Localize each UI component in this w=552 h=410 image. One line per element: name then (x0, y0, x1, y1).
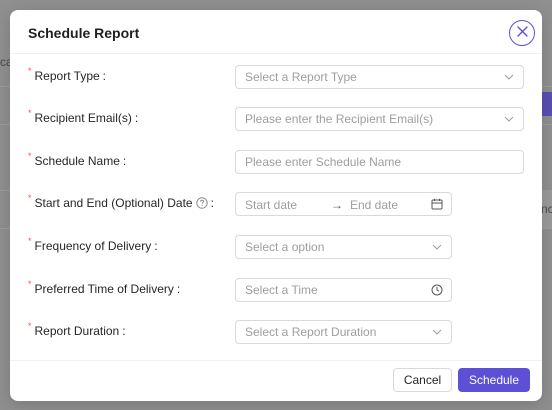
range-separator-arrow: → (331, 198, 343, 212)
chevron-down-icon (503, 71, 515, 83)
background-text-fragment: nc (541, 202, 552, 216)
preferred-time-row: * Preferred Time of Delivery: Select a T… (10, 278, 542, 302)
recipient-emails-label: * Recipient Email(s): (28, 108, 139, 125)
required-marker: * (28, 279, 32, 289)
frequency-placeholder: Select a option (245, 240, 325, 254)
required-marker: * (28, 108, 32, 118)
date-range-picker[interactable]: Start date → End date (235, 192, 452, 216)
frequency-label: * Frequency of Delivery: (28, 236, 158, 253)
dialog-footer: Cancel Schedule (10, 360, 542, 401)
report-type-label: * Report Type: (28, 66, 107, 83)
start-date-placeholder[interactable]: Start date (245, 198, 297, 212)
schedule-name-label: * Schedule Name: (28, 151, 127, 168)
schedule-button[interactable]: Schedule (458, 368, 530, 392)
close-icon (516, 24, 528, 42)
end-date-placeholder[interactable]: End date (350, 198, 398, 212)
date-range-label: * Start and End (Optional) Date : (28, 193, 214, 210)
schedule-name-input[interactable]: Please enter Schedule Name (235, 150, 524, 174)
close-button[interactable] (509, 20, 535, 46)
chevron-down-icon (431, 241, 443, 253)
schedule-report-dialog: Schedule Report * Report Type: Select a … (10, 10, 542, 401)
schedule-name-placeholder: Please enter Schedule Name (245, 155, 402, 169)
preferred-time-placeholder: Select a Time (245, 283, 318, 297)
report-duration-row: * Report Duration: Select a Report Durat… (10, 320, 542, 344)
report-type-row: * Report Type: Select a Report Type (10, 65, 542, 89)
required-marker: * (28, 151, 32, 161)
preferred-time-picker[interactable]: Select a Time (235, 278, 452, 302)
dialog-title: Schedule Report (28, 25, 140, 41)
calendar-icon (431, 198, 443, 210)
report-type-select[interactable]: Select a Report Type (235, 65, 524, 89)
report-type-placeholder: Select a Report Type (245, 70, 357, 84)
report-duration-label: * Report Duration: (28, 321, 126, 338)
required-marker: * (28, 236, 32, 246)
frequency-row: * Frequency of Delivery: Select a option (10, 235, 542, 259)
recipient-emails-select[interactable]: Please enter the Recipient Email(s) (235, 107, 524, 131)
report-duration-placeholder: Select a Report Duration (245, 325, 377, 339)
date-range-row: * Start and End (Optional) Date : Start … (10, 192, 542, 216)
recipient-emails-placeholder: Please enter the Recipient Email(s) (245, 112, 434, 126)
schedule-name-row: * Schedule Name: Please enter Schedule N… (10, 150, 542, 174)
required-marker: * (28, 321, 32, 331)
required-marker: * (28, 66, 32, 76)
clock-icon (431, 284, 443, 296)
frequency-select[interactable]: Select a option (235, 235, 452, 259)
required-marker: * (28, 193, 32, 203)
report-duration-select[interactable]: Select a Report Duration (235, 320, 452, 344)
dialog-header: Schedule Report (10, 10, 542, 54)
cancel-button[interactable]: Cancel (393, 368, 452, 392)
recipient-emails-row: * Recipient Email(s): Please enter the R… (10, 107, 542, 131)
chevron-down-icon (503, 113, 515, 125)
question-circle-icon[interactable] (195, 197, 208, 209)
preferred-time-label: * Preferred Time of Delivery: (28, 279, 181, 296)
chevron-down-icon (431, 326, 443, 338)
